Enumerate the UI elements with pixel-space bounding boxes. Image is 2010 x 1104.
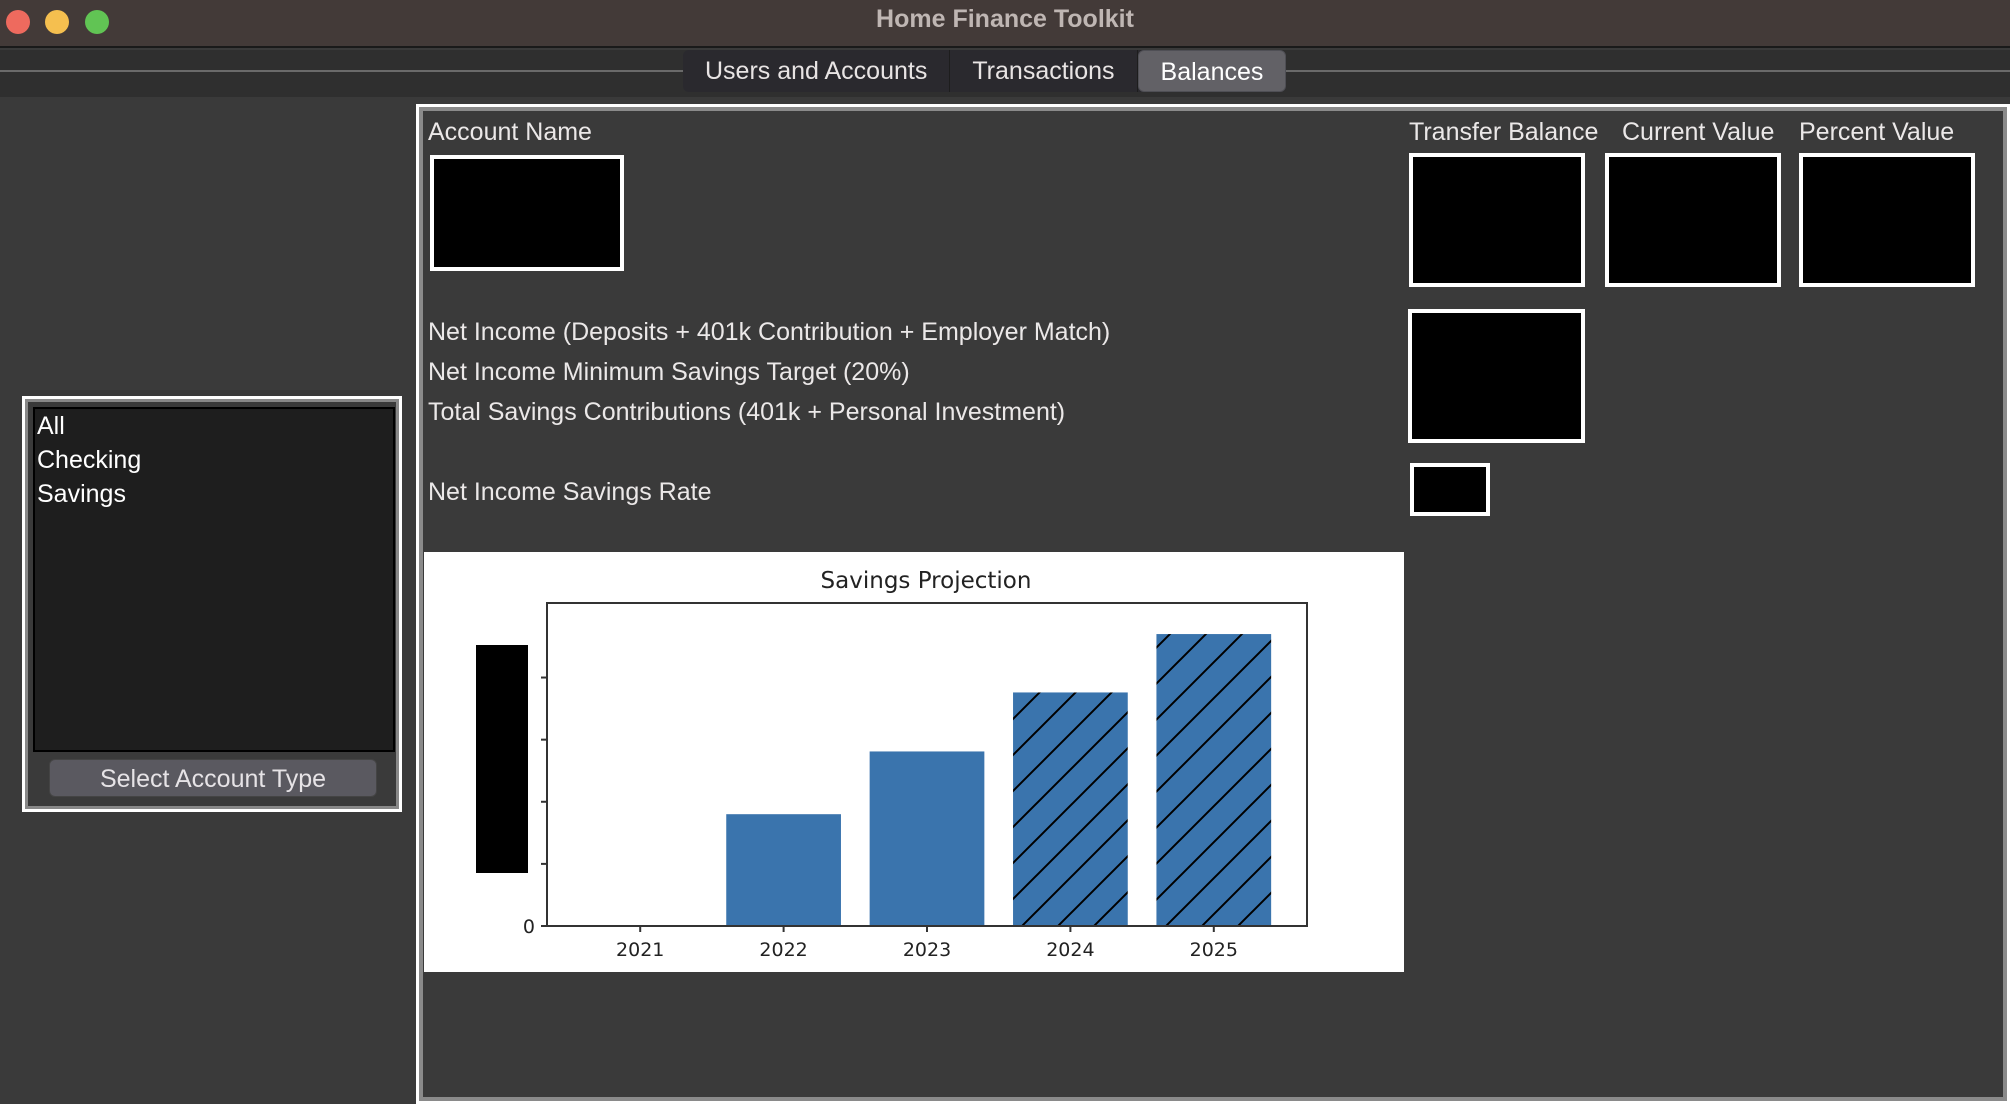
list-item-savings[interactable]: Savings [35, 477, 393, 511]
select-account-type-button[interactable]: Select Account Type [49, 759, 377, 797]
transfer-balance-header: Transfer Balance [1409, 118, 1599, 146]
summary-values-redacted [1408, 309, 1585, 443]
percent-values-redacted [1799, 153, 1975, 287]
x-tick-label-2025: 2025 [1190, 939, 1238, 961]
min-savings-target-label: Net Income Minimum Savings Target (20%) [428, 358, 910, 386]
x-tick-label-2023: 2023 [903, 939, 951, 961]
bar-2024 [1013, 692, 1128, 926]
x-tick-label-2022: 2022 [759, 939, 807, 961]
y-tick-labels-redacted [476, 645, 528, 873]
tab-balances[interactable]: Balances [1137, 50, 1287, 92]
bar-2022 [726, 814, 841, 926]
current-values-redacted [1605, 153, 1781, 287]
total-savings-label: Total Savings Contributions (401k + Pers… [428, 398, 1066, 426]
net-income-label: Net Income (Deposits + 401k Contribution… [428, 318, 1111, 346]
window-title: Home Finance Toolkit [876, 5, 1134, 33]
transfer-balances-redacted [1409, 153, 1585, 287]
x-tick-label-2021: 2021 [616, 939, 664, 961]
tab-transactions[interactable]: Transactions [950, 50, 1138, 92]
title-bar: Home Finance Toolkit [0, 0, 2010, 48]
current-value-header: Current Value [1622, 118, 1775, 146]
percent-value-header: Percent Value [1799, 118, 1955, 146]
account-type-listbox[interactable]: All Checking Savings [33, 407, 395, 752]
chart-title: Savings Projection [821, 568, 1032, 594]
list-item-all[interactable]: All [35, 409, 393, 443]
tab-bar: Users and Accounts Transactions Balances [683, 50, 1287, 92]
account-type-panel: All Checking Savings Select Account Type [22, 396, 402, 812]
tab-users-and-accounts[interactable]: Users and Accounts [683, 50, 951, 92]
savings-rate-redacted [1410, 463, 1490, 516]
bar-2023 [869, 751, 985, 926]
x-tick-label-2024: 2024 [1046, 939, 1094, 961]
chart-svg: Savings Projection 0 2021 2022 2023 2024 202… [476, 568, 1308, 961]
y-tick-label-0: 0 [523, 916, 535, 938]
list-item-checking[interactable]: Checking [35, 443, 393, 477]
savings-projection-chart: Savings Projection 0 2021 2022 2023 2024 202… [424, 552, 1404, 972]
savings-rate-label: Net Income Savings Rate [428, 478, 712, 506]
account-name-header: Account Name [428, 118, 592, 146]
account-names-redacted [430, 155, 624, 271]
bar-2025 [1156, 634, 1272, 926]
